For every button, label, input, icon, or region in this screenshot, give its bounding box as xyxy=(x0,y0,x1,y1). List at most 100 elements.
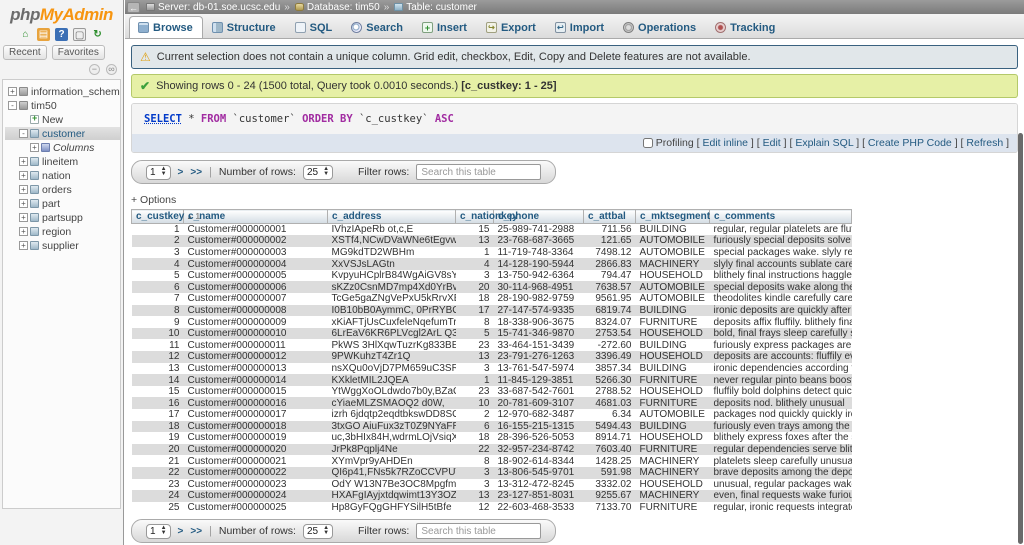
sidebar-tree-item-columns[interactable]: + Columns xyxy=(5,141,120,154)
profiling-checkbox[interactable] xyxy=(642,138,653,148)
tree-expander-icon[interactable]: - xyxy=(8,101,17,110)
tab-recent[interactable]: Recent xyxy=(3,45,47,60)
cell-c_attbal: 2788.52 xyxy=(595,386,632,398)
back-button[interactable]: ← xyxy=(127,1,140,13)
column-header-c_address[interactable]: c_address xyxy=(327,209,456,224)
sidebar-tree-item-new[interactable]: New xyxy=(5,113,120,126)
tab-search[interactable]: Search xyxy=(342,16,413,38)
database-icon xyxy=(294,3,304,11)
tab-import[interactable]: ↩ Import xyxy=(546,16,614,38)
home-icon[interactable]: ⌂ xyxy=(19,28,32,41)
collapse-all-icon[interactable]: − xyxy=(88,64,100,75)
cell-c_mktsegment: FURNITURE xyxy=(639,502,698,514)
exit-icon[interactable]: ▤ xyxy=(36,28,50,41)
cell-c_custkey: 1 xyxy=(173,224,180,236)
column-header-c_phone[interactable]: c_phone xyxy=(493,209,584,224)
tab-structure[interactable]: Structure xyxy=(203,16,286,38)
column-header-c_nationkey[interactable]: c_nationkey xyxy=(455,209,518,224)
cell-c_comments: even, final requests wake furiously bl xyxy=(709,490,852,502)
tree-expander-icon[interactable]: + xyxy=(19,185,28,194)
rows-per-page-select[interactable]: 25 ▲ ▼ xyxy=(302,164,334,180)
cell-c_comments: brave deposits among the deposits sleep … xyxy=(709,466,852,479)
tab-tracking[interactable]: Tracking xyxy=(706,16,785,38)
cell-c_attbal: 3857.34 xyxy=(595,362,632,374)
column-header-c_comments[interactable]: c_comments xyxy=(709,209,852,224)
tab-browse[interactable]: Browse xyxy=(129,16,203,38)
sql-link-create-php-code[interactable]: Create PHP Code xyxy=(868,137,952,149)
tree-expander-icon[interactable]: + xyxy=(19,227,28,236)
last-page-button[interactable]: >> xyxy=(190,167,202,178)
filter-rows-input[interactable] xyxy=(416,164,542,180)
tab-sql[interactable]: SQL xyxy=(286,16,343,38)
breadcrumb-table[interactable]: Table: customer xyxy=(406,2,477,13)
profiling-label: Profiling xyxy=(655,137,694,149)
phpmyadmin-logo: phpMyAdmin xyxy=(10,5,113,24)
column-header-c_mktsegment[interactable]: c_mktsegment xyxy=(635,209,710,224)
tree-expander-icon[interactable]: + xyxy=(19,213,28,222)
options-toggle[interactable]: + Options xyxy=(131,194,1018,206)
tree-expander-icon[interactable]: + xyxy=(30,143,39,152)
number-of-rows-label: Number of rows: xyxy=(218,525,296,538)
cell-c_comments: unusual, regular packages wake. slyly un… xyxy=(713,478,852,490)
breadcrumb-server[interactable]: Server: db-01.soe.ucsc.edu xyxy=(158,2,280,13)
filter-rows-input[interactable] xyxy=(416,523,542,540)
sidebar-tree-item-tim50[interactable]: - tim50 xyxy=(5,99,120,112)
last-page-button[interactable]: >> xyxy=(190,526,202,537)
help-icon[interactable]: ? xyxy=(55,28,68,41)
cell-c_comments: never regular pinto beans boost bl xyxy=(709,374,852,386)
page-select[interactable]: 1 ▲ ▼ xyxy=(146,523,171,539)
sql-link-edit[interactable]: Edit xyxy=(763,137,781,149)
sql-link-explain-sql[interactable]: Explain SQL xyxy=(795,137,853,149)
tree-expander-icon[interactable]: + xyxy=(19,241,28,250)
cell-c_name: Customer#000000001 xyxy=(187,224,287,236)
navigation-sidebar: phpMyAdmin ⌂ ▤ ? ▢ ↻ Recent Favorites − … xyxy=(0,0,124,545)
column-header-c_name[interactable]: c_name xyxy=(183,209,328,224)
tree-expander-icon[interactable]: + xyxy=(19,199,28,208)
sidebar-tree-item-part[interactable]: + part xyxy=(5,197,120,210)
cell-c_name: Customer#000000015 xyxy=(187,386,287,398)
tab-favorites[interactable]: Favorites xyxy=(51,45,105,60)
column-header-c_custkey[interactable]: c_custkey ▲ 1 xyxy=(131,209,200,224)
tab-export[interactable]: ↪ Export xyxy=(477,16,546,38)
sql-link-refresh[interactable]: Refresh xyxy=(966,137,1003,149)
cell-c_comments: ironic deposits are quickly after the gi… xyxy=(709,304,852,317)
cell-c_custkey: 6 xyxy=(131,281,184,294)
cell-c_comments: special deposits wake along the ironic f… xyxy=(709,281,852,294)
page-select[interactable]: 1 ▲ ▼ xyxy=(146,164,171,180)
refresh-icon[interactable]: ↻ xyxy=(91,28,104,41)
tree-expander-icon[interactable]: + xyxy=(19,171,28,180)
number-of-rows-label: Number of rows: xyxy=(218,166,296,178)
tab-operations[interactable]: Operations xyxy=(614,16,706,38)
next-page-button[interactable]: > xyxy=(178,526,184,537)
sidebar-tree-item-nation[interactable]: + nation xyxy=(5,169,120,182)
sidebar-tree-item-lineitem[interactable]: + lineitem xyxy=(5,155,120,168)
sql-link-edit-inline[interactable]: Edit inline xyxy=(702,137,748,149)
column-header-c_attbal[interactable]: c_attbal xyxy=(583,209,636,224)
cell-c_comments: bold, final frays sleep carefully specia… xyxy=(709,327,852,340)
sidebar-tree-item-information_schema[interactable]: + information_schema xyxy=(5,85,120,98)
cell-c_mktsegment: FURNITURE xyxy=(635,397,710,409)
cell-c_name: Customer#000000013 xyxy=(187,362,287,374)
cell-c_phone: 22-603-468-3533 xyxy=(497,502,575,514)
tab-insert[interactable]: + Insert xyxy=(413,16,477,38)
sidebar-tree-item-orders[interactable]: + orders xyxy=(5,183,120,196)
cell-c_custkey: 2 xyxy=(131,235,184,247)
sql-window-icon[interactable]: ▢ xyxy=(73,28,87,41)
tree-expander-icon[interactable]: + xyxy=(8,87,17,96)
cell-c_nationkey: 18 xyxy=(478,293,490,305)
sidebar-tree-item-customer[interactable]: - customer xyxy=(5,127,120,140)
rows-per-page-select[interactable]: 25 ▲ ▼ xyxy=(302,523,334,539)
cell-c_phone: 13-806-545-9701 xyxy=(493,466,584,479)
link-icon[interactable]: ∞ xyxy=(106,64,117,75)
table-icon xyxy=(30,227,39,236)
sidebar-tree-item-partsupp[interactable]: + partsupp xyxy=(5,211,120,224)
sidebar-tree-item-supplier[interactable]: + supplier xyxy=(5,239,120,252)
cell-c_address: I0B10bB0AymmC, 0PrRYBCP1yGJ8xcBPmWhl5 xyxy=(327,304,456,317)
sidebar-tree-item-region[interactable]: + region xyxy=(5,225,120,238)
tree-expander-icon[interactable]: - xyxy=(19,129,28,138)
tree-expander-icon[interactable]: + xyxy=(19,157,28,166)
success-text: Showing rows 0 - 24 (1500 total, Query t… xyxy=(156,80,557,92)
breadcrumb-database[interactable]: Database: tim50 xyxy=(307,2,380,13)
next-page-button[interactable]: > xyxy=(178,167,184,178)
vertical-scrollbar[interactable] xyxy=(1018,133,1023,544)
